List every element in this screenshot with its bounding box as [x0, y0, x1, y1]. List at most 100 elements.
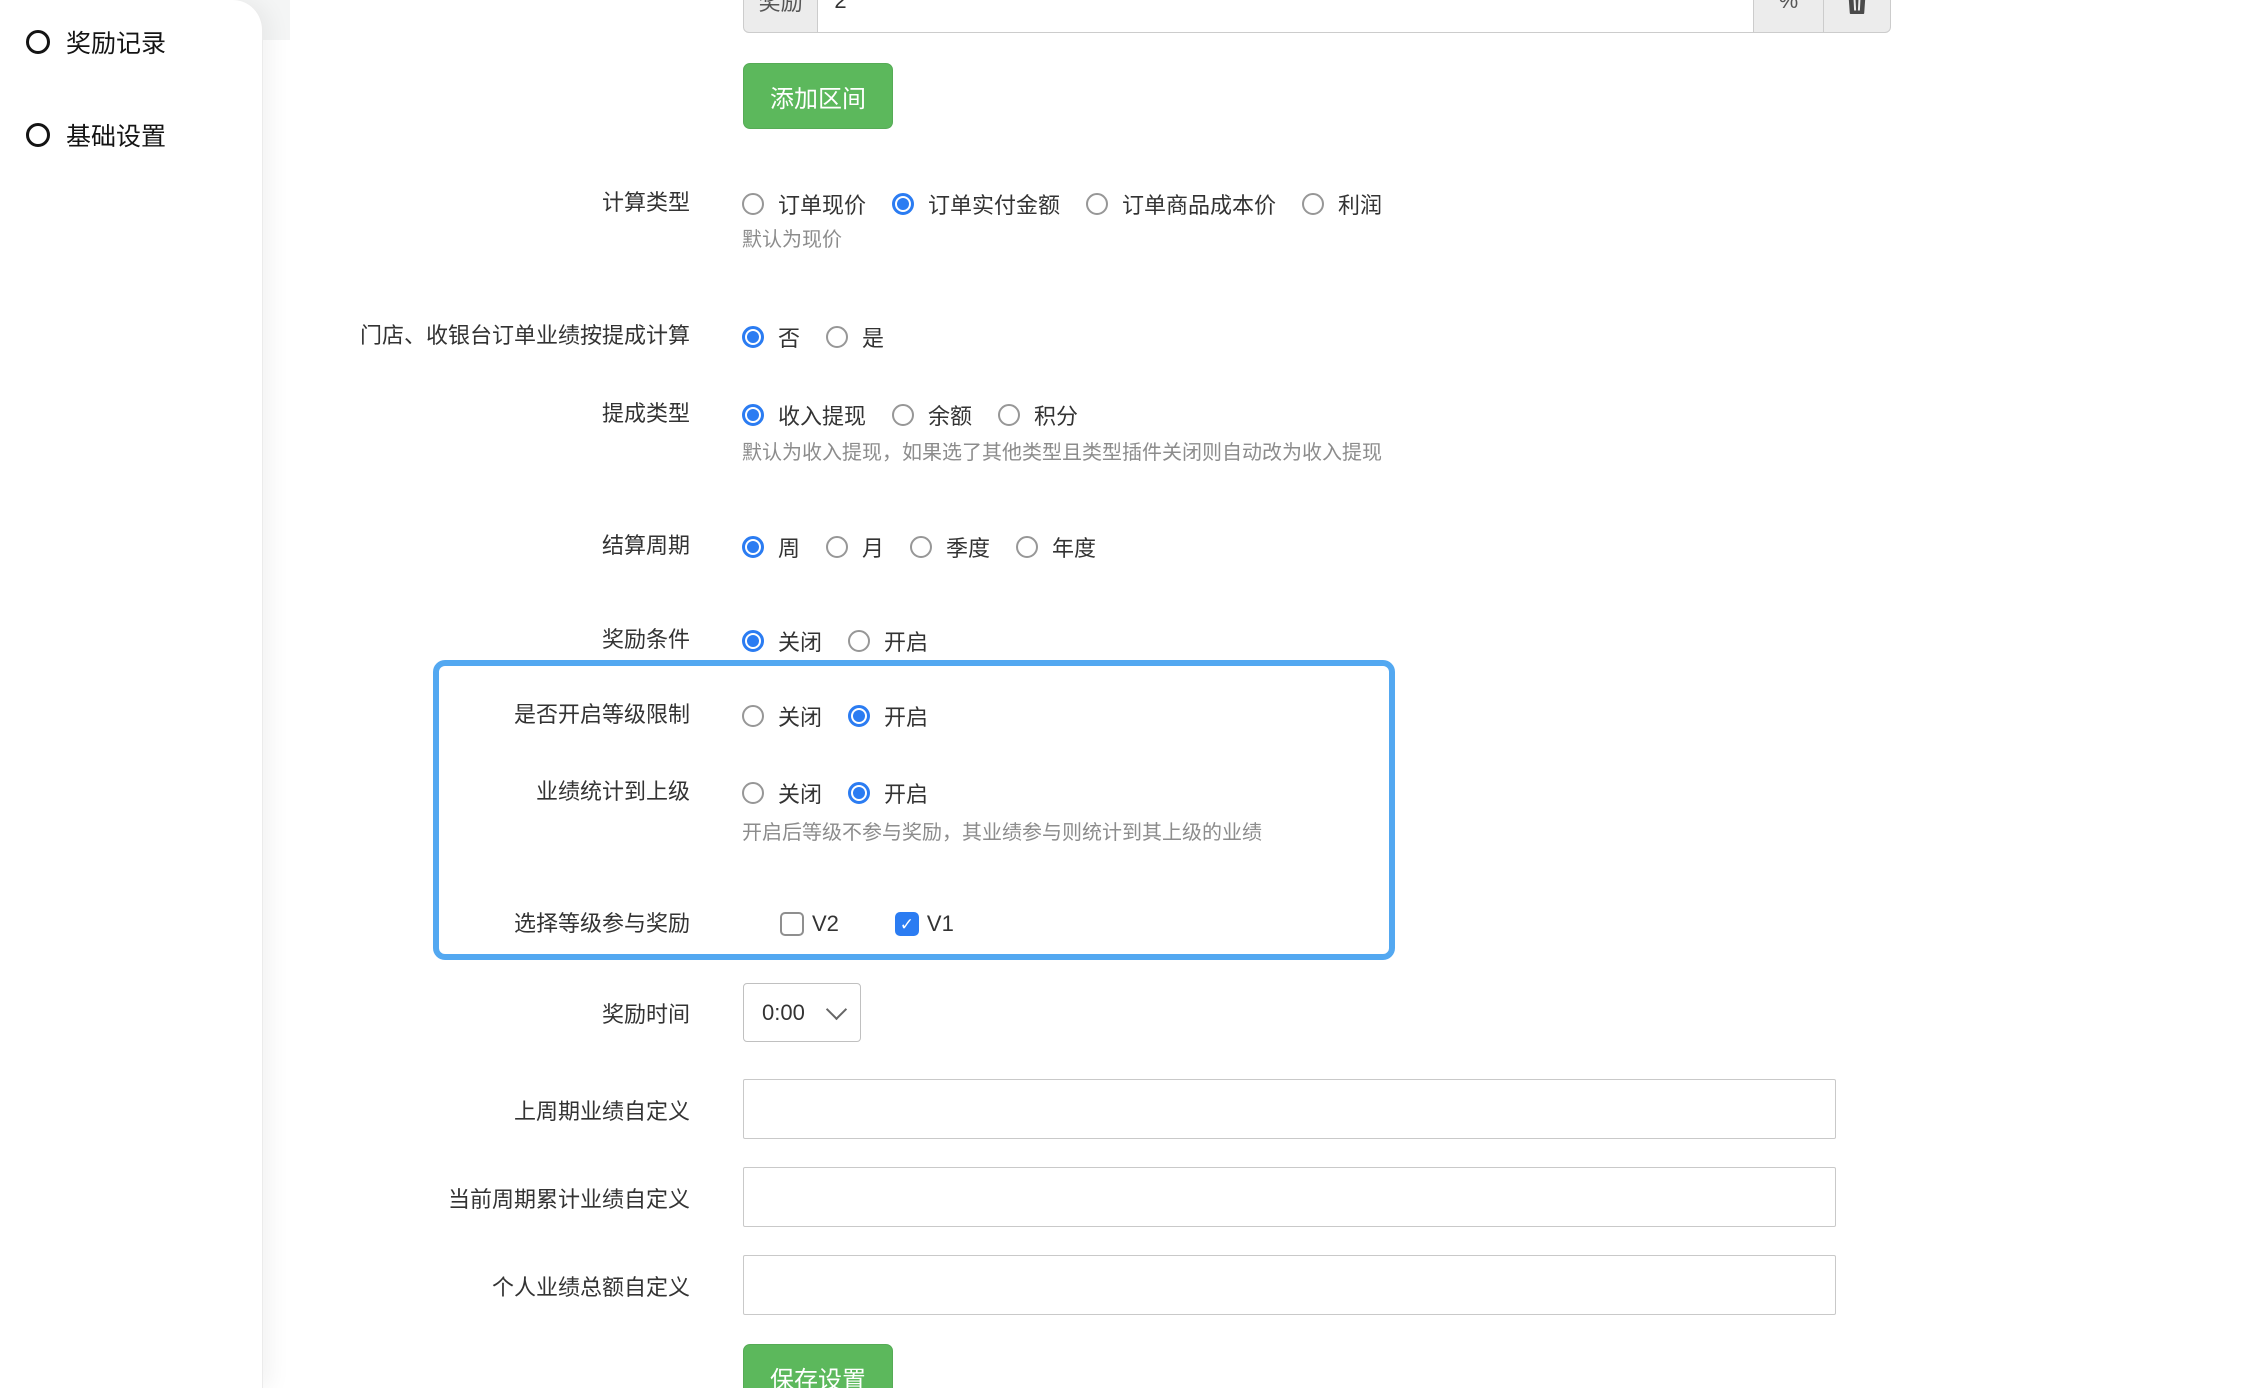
- radio-icon[interactable]: [742, 193, 764, 215]
- field-help: 默认为现价: [742, 226, 1382, 254]
- radio-option-label: 否: [778, 321, 800, 353]
- radio-icon[interactable]: [848, 630, 870, 652]
- checkbox-icon[interactable]: [895, 912, 919, 936]
- radio-icon[interactable]: [742, 326, 764, 348]
- radio-option[interactable]: 开启: [848, 777, 928, 809]
- settings-page: 奖励记录 基础设置 奖励 2 % 添加区间 计算类型 订单现价订单实付金额订单商…: [0, 0, 2244, 1388]
- checkbox-icon[interactable]: [780, 912, 804, 936]
- radio-icon[interactable]: [848, 782, 870, 804]
- radio-option-label: 收入提现: [778, 399, 866, 431]
- radio-option[interactable]: 收入提现: [742, 399, 866, 431]
- reward-condition-radio-group: 关闭 开启: [742, 625, 928, 657]
- form-row-stat-to-parent: 业绩统计到上级 关闭开启 开启后等级不参与奖励，其业绩参与则统计到其上级的业绩: [0, 777, 2244, 847]
- radio-icon[interactable]: [742, 630, 764, 652]
- radio-option[interactable]: 关闭: [742, 700, 822, 732]
- reward-range-row: 奖励 2 %: [743, 0, 1891, 33]
- radio-icon[interactable]: [910, 536, 932, 558]
- circle-icon: [26, 123, 50, 147]
- field-help: 开启后等级不参与奖励，其业绩参与则统计到其上级的业绩: [742, 819, 1262, 847]
- chevron-down-icon: [826, 999, 847, 1020]
- checkbox-option[interactable]: V1: [895, 911, 954, 937]
- radio-option-label: 月: [862, 531, 884, 563]
- select-value: 0:00: [762, 1000, 805, 1026]
- radio-option-label: 开启: [884, 777, 928, 809]
- radio-icon[interactable]: [998, 404, 1020, 426]
- radio-option-label: 开启: [884, 625, 928, 657]
- field-help: 默认为收入提现，如果选了其他类型且类型插件关闭则自动改为收入提现: [742, 439, 1382, 467]
- level-limit-radio-group: 关闭 开启: [742, 700, 928, 732]
- radio-option[interactable]: 周: [742, 531, 800, 563]
- save-settings-button[interactable]: 保存设置: [743, 1344, 893, 1388]
- radio-option[interactable]: 否: [742, 321, 800, 353]
- range-percent-addon: %: [1754, 0, 1823, 33]
- radio-option[interactable]: 关闭: [742, 625, 822, 657]
- reward-time-select[interactable]: 0:00: [743, 983, 861, 1042]
- checkbox-option-label: V1: [927, 911, 954, 937]
- radio-option-label: 关闭: [778, 777, 822, 809]
- radio-option[interactable]: 积分: [998, 399, 1078, 431]
- form-row-select-levels: 选择等级参与奖励 V2V1: [0, 909, 2244, 939]
- radio-option-label: 是: [862, 321, 884, 353]
- radio-option[interactable]: 关闭: [742, 777, 822, 809]
- range-prefix-addon: 奖励: [743, 0, 818, 33]
- calc-type-radio-group: 订单现价订单实付金额 订单商品成本价 利润: [742, 188, 1382, 220]
- form-row-store-commission: 门店、收银台订单业绩按提成计算 否是: [0, 321, 2244, 353]
- add-range-button[interactable]: 添加区间: [743, 63, 893, 129]
- sidebar-item-label: 奖励记录: [66, 24, 166, 60]
- prev-cycle-input[interactable]: [743, 1079, 1836, 1139]
- radio-icon[interactable]: [742, 404, 764, 426]
- radio-option-label: 订单商品成本价: [1122, 188, 1276, 220]
- range-value-input[interactable]: 2: [818, 0, 1754, 33]
- radio-option-label: 关闭: [778, 625, 822, 657]
- commission-type-radio-group: 收入提现余额 积分: [742, 399, 1382, 431]
- sidebar-item-label: 基础设置: [66, 117, 166, 153]
- radio-icon[interactable]: [742, 536, 764, 558]
- radio-icon[interactable]: [826, 536, 848, 558]
- sidebar-item-reward-records[interactable]: 奖励记录: [0, 22, 262, 62]
- checkbox-option[interactable]: V2: [780, 911, 839, 937]
- radio-icon[interactable]: [826, 326, 848, 348]
- stat-to-parent-radio-group: 关闭 开启: [742, 777, 1262, 809]
- radio-icon[interactable]: [848, 705, 870, 727]
- radio-option-label: 年度: [1052, 531, 1096, 563]
- form-row-level-limit: 是否开启等级限制 关闭开启: [0, 700, 2244, 732]
- level-checkbox-group: V2 V1: [780, 909, 954, 939]
- radio-icon[interactable]: [892, 404, 914, 426]
- radio-option-label: 利润: [1338, 188, 1382, 220]
- radio-option-label: 开启: [884, 700, 928, 732]
- radio-option-label: 积分: [1034, 399, 1078, 431]
- radio-icon[interactable]: [1302, 193, 1324, 215]
- radio-option[interactable]: 订单商品成本价: [1086, 188, 1276, 220]
- personal-total-input[interactable]: [743, 1255, 1836, 1315]
- radio-icon[interactable]: [742, 782, 764, 804]
- radio-option[interactable]: 季度: [910, 531, 990, 563]
- radio-option[interactable]: 利润: [1302, 188, 1382, 220]
- form-row-commission-type: 提成类型 收入提现余额积分 默认为收入提现，如果选了其他类型且类型插件关闭则自动…: [0, 399, 2244, 467]
- radio-option[interactable]: 开启: [848, 700, 928, 732]
- radio-option-label: 关闭: [778, 700, 822, 732]
- radio-option[interactable]: 订单实付金额: [892, 188, 1060, 220]
- circle-icon: [26, 30, 50, 54]
- radio-option[interactable]: 月: [826, 531, 884, 563]
- form-row-reward-condition: 奖励条件 关闭开启: [0, 625, 2244, 657]
- radio-icon[interactable]: [1086, 193, 1108, 215]
- radio-option[interactable]: 订单现价: [742, 188, 866, 220]
- radio-icon[interactable]: [892, 193, 914, 215]
- radio-icon[interactable]: [1016, 536, 1038, 558]
- trash-icon: [1845, 0, 1869, 14]
- sidebar: 奖励记录 基础设置: [0, 0, 263, 1388]
- radio-option-label: 周: [778, 531, 800, 563]
- checkbox-option-label: V2: [812, 911, 839, 937]
- radio-option[interactable]: 开启: [848, 625, 928, 657]
- current-cycle-input[interactable]: [743, 1167, 1836, 1227]
- radio-option-label: 季度: [946, 531, 990, 563]
- radio-icon[interactable]: [742, 705, 764, 727]
- sidebar-item-basic-settings[interactable]: 基础设置: [0, 115, 262, 155]
- radio-option[interactable]: 年度: [1016, 531, 1096, 563]
- delete-range-button[interactable]: [1824, 0, 1891, 33]
- form-row-calc-type: 计算类型 订单现价订单实付金额订单商品成本价利润 默认为现价: [0, 188, 2244, 254]
- radio-option-label: 订单现价: [778, 188, 866, 220]
- form-row-settle-cycle: 结算周期 周月季度年度: [0, 531, 2244, 563]
- radio-option[interactable]: 是: [826, 321, 884, 353]
- radio-option[interactable]: 余额: [892, 399, 972, 431]
